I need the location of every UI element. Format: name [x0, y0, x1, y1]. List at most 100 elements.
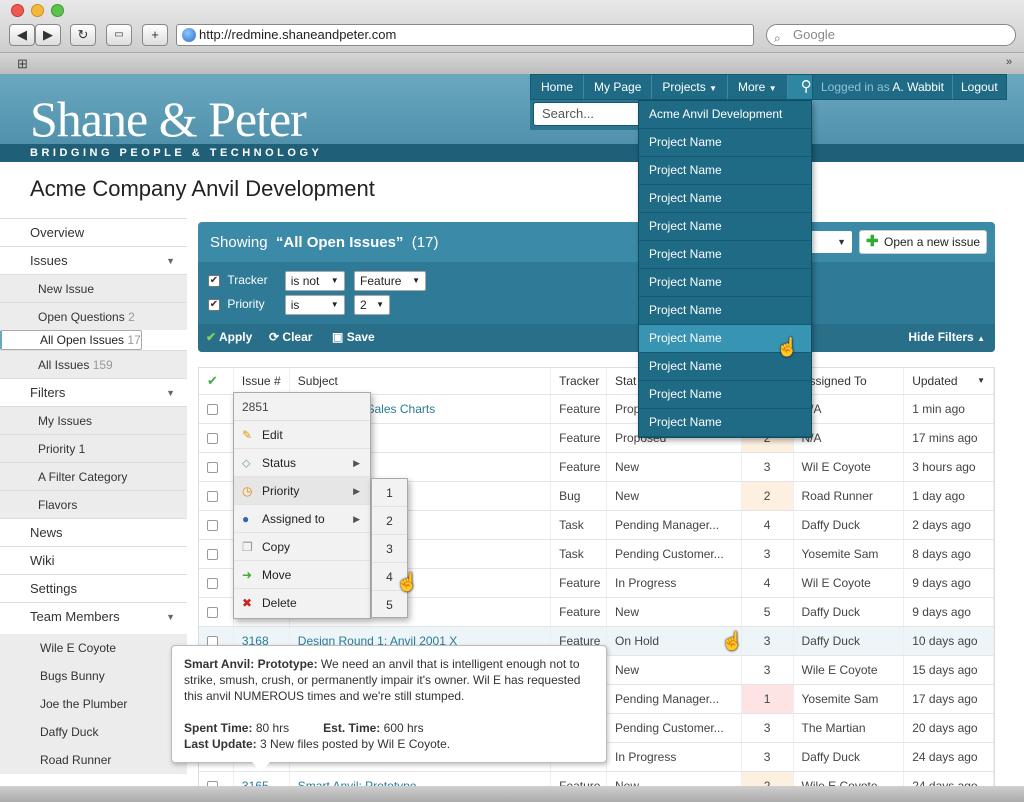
nav-more-label: More — [738, 80, 766, 94]
priority-option[interactable]: 1 — [372, 479, 407, 507]
column-header-tracker[interactable]: Tracker — [551, 368, 607, 394]
row-checkbox[interactable] — [207, 520, 218, 532]
save-button[interactable]: ▣ Save — [332, 330, 375, 344]
column-header-subject[interactable]: Subject — [290, 368, 552, 394]
row-checkbox[interactable] — [207, 607, 218, 619]
add-bookmark-icon[interactable]: + — [142, 24, 168, 46]
page-title: Acme Company Anvil Development — [30, 176, 375, 201]
logo[interactable]: Shane & Peter — [30, 90, 307, 148]
chevron-down-icon[interactable]: ▼ — [166, 379, 175, 407]
sidebar-item-new-issue[interactable]: New Issue — [0, 274, 187, 302]
sidebar-item-flavors[interactable]: Flavors — [0, 490, 187, 518]
site-search-input[interactable]: Search... — [533, 102, 643, 126]
close-window-icon[interactable] — [11, 4, 24, 17]
username[interactable]: A. Wabbit — [892, 80, 944, 94]
sidebar-item-open-questions[interactable]: Open Questions 2 — [0, 302, 187, 330]
context-copy[interactable]: ❐ Copy — [234, 533, 370, 561]
issue-updated: 17 days ago — [904, 685, 994, 713]
apply-button[interactable]: ✔ Apply — [206, 330, 252, 344]
nav-projects[interactable]: Projects ▼ — [652, 75, 728, 99]
query-select[interactable]: ▼ — [810, 231, 852, 253]
sidebar-member[interactable]: Daffy Duck — [0, 718, 187, 746]
context-priority[interactable]: ◷ Priority ▶ — [234, 477, 370, 505]
zoom-window-icon[interactable] — [51, 4, 64, 17]
projects-menu-item[interactable]: Project Name — [639, 185, 811, 213]
sidebar-item-overview[interactable]: Overview — [0, 218, 187, 246]
sidebar-member[interactable]: Wile E Coyote — [0, 634, 187, 662]
row-checkbox[interactable] — [207, 549, 218, 561]
overflow-icon[interactable]: » — [1006, 56, 1012, 68]
open-new-issue-button[interactable]: ✚ Open a new issue — [859, 230, 987, 254]
sidebar-member[interactable]: Road Runner — [0, 746, 187, 774]
filter-operator-select[interactable]: is not ▼ — [284, 270, 345, 291]
priority-option[interactable]: 5 — [372, 591, 407, 619]
filter-value-select[interactable]: Feature ▼ — [354, 270, 427, 291]
logout-button[interactable]: Logout — [951, 75, 1006, 99]
projects-menu-item[interactable]: Project Name — [639, 129, 811, 157]
sidebar-item-priority-1[interactable]: Priority 1 — [0, 434, 187, 462]
sidebar-item-settings[interactable]: Settings — [0, 574, 187, 602]
arrow-right-icon: ➜ — [242, 568, 253, 582]
projects-menu-item[interactable]: Acme Anvil Development — [639, 101, 811, 129]
priority-option[interactable]: 2 — [372, 507, 407, 535]
minimize-window-icon[interactable] — [31, 4, 44, 17]
sidebar-item-my-issues[interactable]: My Issues — [0, 406, 187, 434]
projects-menu-item[interactable]: Project Name — [639, 157, 811, 185]
row-checkbox[interactable] — [207, 462, 218, 474]
select-all-icon[interactable]: ✔ — [199, 368, 234, 394]
issue-updated: 17 mins ago — [904, 424, 994, 452]
sidebar-member[interactable]: Bugs Bunny — [0, 662, 187, 690]
projects-menu-item[interactable]: Project Name — [639, 269, 811, 297]
save-label: Save — [346, 330, 375, 344]
priority-option[interactable]: 3 — [372, 535, 407, 563]
count-badge: 159 — [92, 358, 113, 372]
nav-more[interactable]: More ▼ — [728, 75, 788, 99]
address-bar[interactable]: http://redmine.shaneandpeter.com — [176, 24, 754, 46]
sidebar-item-filter-category[interactable]: A Filter Category — [0, 462, 187, 490]
filter-priority-checkbox[interactable]: ✔ — [208, 298, 220, 311]
context-status[interactable]: ⬦ Status ▶ — [234, 449, 370, 477]
sidebar-item-issues[interactable]: Issues ▼ — [0, 246, 187, 274]
column-header-id[interactable]: Issue # — [234, 368, 290, 394]
context-delete[interactable]: ✖ Delete — [234, 589, 370, 617]
sidebar-item-filters[interactable]: Filters ▼ — [0, 378, 187, 406]
sidebar-item-all-open-issues[interactable]: All Open Issues 17 — [0, 330, 142, 350]
projects-menu-item[interactable]: Project Name — [639, 297, 811, 325]
hide-filters-button[interactable]: Hide Filters ▲ — [908, 330, 985, 344]
sidebar-item-team-members[interactable]: Team Members ▼ — [0, 602, 187, 630]
column-header-updated[interactable]: Updated ▼ — [904, 368, 994, 394]
sidebar-member[interactable]: Joe the Plumber — [0, 690, 187, 718]
row-checkbox[interactable] — [207, 433, 218, 445]
sidebar-item-all-issues[interactable]: All Issues 159 — [0, 350, 187, 378]
row-checkbox[interactable] — [207, 404, 218, 416]
projects-menu-item[interactable]: Project Name — [639, 381, 811, 409]
back-icon[interactable]: ◀ — [9, 24, 35, 46]
browser-search-field[interactable]: ⌕ Google — [766, 24, 1016, 46]
projects-menu-item[interactable]: Project Name — [639, 409, 811, 437]
filter-tracker-checkbox[interactable]: ✔ — [208, 274, 220, 287]
projects-menu-item[interactable]: Project Name — [639, 213, 811, 241]
context-assigned-to[interactable]: ● Assigned to ▶ — [234, 505, 370, 533]
sidebar-item-wiki[interactable]: Wiki — [0, 546, 187, 574]
pencil-icon: ✎ — [242, 428, 253, 442]
reload-icon[interactable]: ↻ — [70, 24, 96, 46]
book-icon[interactable]: ⊞ — [17, 56, 28, 72]
snippet-icon[interactable]: ▭ — [106, 24, 132, 46]
issue-priority: 5 — [742, 598, 794, 626]
issue-updated: 1 min ago — [904, 395, 994, 423]
row-checkbox[interactable] — [207, 491, 218, 503]
nav-home[interactable]: Home — [531, 75, 585, 99]
sidebar-team-label: Team Members — [30, 609, 120, 624]
filter-operator-select[interactable]: is ▼ — [284, 294, 345, 315]
chevron-down-icon[interactable]: ▼ — [166, 247, 175, 275]
forward-icon[interactable]: ▶ — [35, 24, 61, 46]
context-move[interactable]: ➜ Move — [234, 561, 370, 589]
chevron-down-icon[interactable]: ▼ — [166, 603, 175, 631]
nav-my-page[interactable]: My Page — [584, 75, 653, 99]
sidebar-item-news[interactable]: News — [0, 518, 187, 546]
row-checkbox[interactable] — [207, 578, 218, 590]
context-edit[interactable]: ✎ Edit — [234, 421, 370, 449]
filter-value-select[interactable]: 2 ▼ — [354, 294, 391, 315]
projects-menu-item[interactable]: Project Name — [639, 241, 811, 269]
clear-button[interactable]: ⟳ Clear — [269, 330, 312, 344]
